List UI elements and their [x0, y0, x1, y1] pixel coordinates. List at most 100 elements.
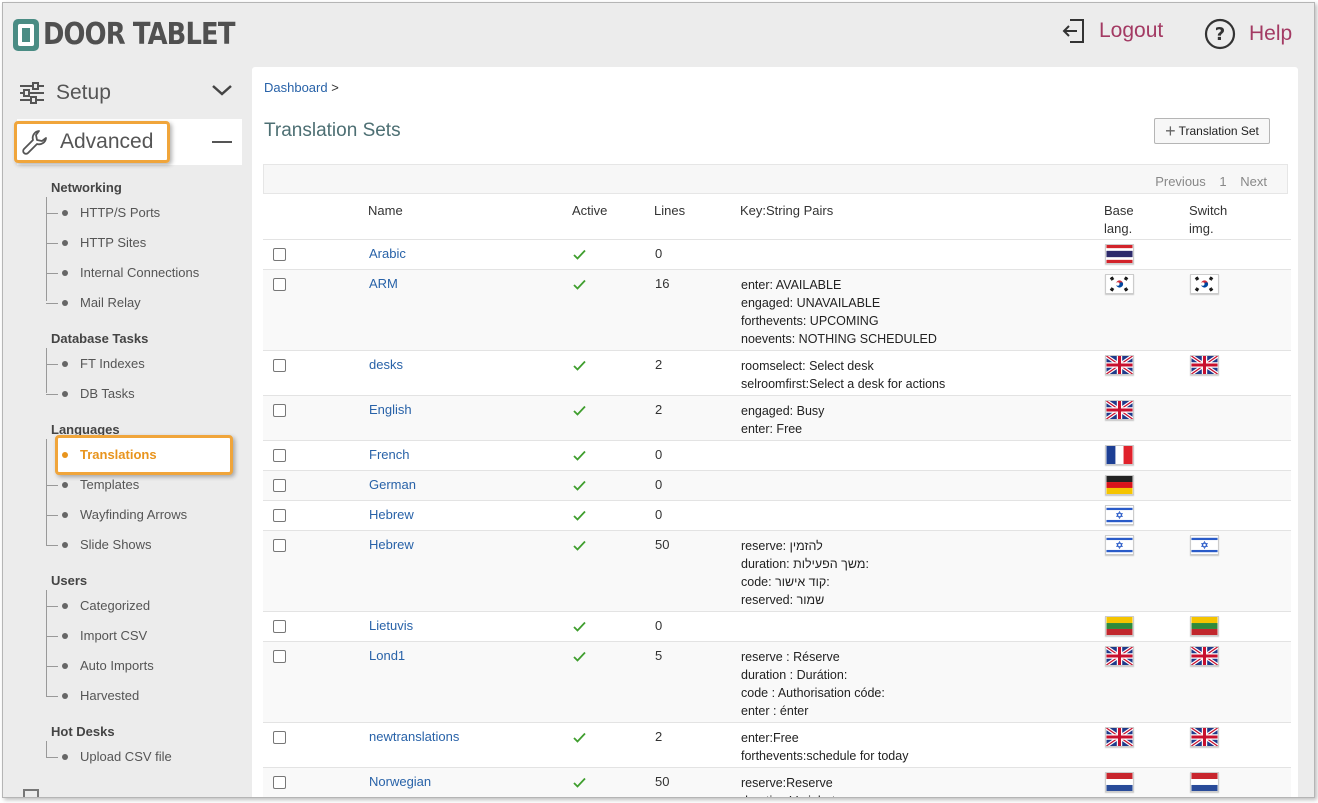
next-page-link[interactable]: Next	[1240, 174, 1267, 189]
subnav-http-ports[interactable]: HTTP/S Ports	[80, 205, 160, 220]
document-icon[interactable]	[23, 789, 39, 797]
subnav-categorized[interactable]: Categorized	[80, 598, 150, 613]
translation-name-link[interactable]: newtranslations	[369, 729, 459, 744]
door-icon	[13, 18, 39, 51]
translation-name-link[interactable]: Lietuvis	[369, 618, 413, 633]
line-count: 0	[655, 246, 663, 261]
translation-name-link[interactable]: ARM	[369, 276, 398, 291]
translation-name-link[interactable]: German	[369, 477, 416, 492]
line-count: 50	[655, 537, 670, 552]
key-string-pairs: reserve : Réserve duration : Durátion: cod…	[741, 648, 885, 720]
kv-pair: forthevents:schedule for today	[741, 749, 909, 763]
row-checkbox[interactable]	[273, 539, 286, 552]
column-header-kv[interactable]: Key:String Pairs	[740, 202, 833, 220]
switch-header-line-2: img.	[1189, 221, 1214, 236]
table-row: French 0	[263, 440, 1291, 470]
subnav-upload-csv-file[interactable]: Upload CSV file	[80, 749, 172, 764]
translation-name-link[interactable]: Hebrew	[369, 507, 414, 522]
row-checkbox[interactable]	[273, 359, 286, 372]
translation-name-link[interactable]: English	[369, 402, 412, 417]
translation-name-link[interactable]: Norwegian	[369, 774, 431, 789]
active-check-icon	[573, 651, 586, 662]
subnav-templates[interactable]: Templates	[80, 477, 139, 492]
chevron-down-icon[interactable]	[211, 83, 233, 97]
flag-uk-icon	[1190, 355, 1219, 375]
current-page[interactable]: 1	[1219, 174, 1226, 189]
kv-pair: roomselect: Select desk	[741, 359, 874, 373]
subnav-internal-connections[interactable]: Internal Connections	[80, 265, 199, 280]
active-check-icon	[573, 450, 586, 461]
kv-pair: code: קוד אישור:	[741, 575, 830, 589]
translation-name-link[interactable]: Hebrew	[369, 537, 414, 552]
flag-lithuania-icon	[1190, 616, 1219, 636]
kv-pair: engaged: Busy	[741, 404, 825, 418]
translation-name-link[interactable]: Arabic	[369, 246, 406, 261]
row-checkbox[interactable]	[273, 449, 286, 462]
nav-setup[interactable]: Setup	[19, 75, 241, 111]
subnav-db-tasks[interactable]: DB Tasks	[80, 386, 135, 401]
flag-germany-icon	[1105, 475, 1134, 495]
column-header-name[interactable]: Name	[368, 202, 403, 220]
base-lang-flag	[1105, 355, 1134, 375]
translation-name-link[interactable]: desks	[369, 357, 403, 372]
logout-button[interactable]: Logout	[1061, 17, 1163, 45]
switch-img-flag	[1190, 535, 1219, 555]
row-checkbox[interactable]	[273, 731, 286, 744]
row-checkbox[interactable]	[273, 509, 286, 522]
subnav-wayfinding-arrows[interactable]: Wayfinding Arrows	[80, 507, 187, 522]
column-header-lines[interactable]: Lines	[654, 202, 685, 220]
help-label: Help	[1249, 22, 1293, 45]
kv-pair: noevents: NOTHING SCHEDULED	[741, 332, 937, 346]
row-checkbox[interactable]	[273, 278, 286, 291]
sliders-icon	[20, 82, 44, 104]
collapse-icon[interactable]	[212, 141, 232, 143]
subnav-auto-imports[interactable]: Auto Imports	[80, 658, 154, 673]
add-translation-set-button[interactable]: + Translation Set	[1154, 118, 1270, 144]
active-check-icon	[573, 360, 586, 371]
switch-img-flag	[1190, 616, 1219, 636]
kv-pair: duration: משך הפעילות:	[741, 557, 869, 571]
active-check-icon	[573, 480, 586, 491]
active-check-icon	[573, 732, 586, 743]
column-header-base-lang[interactable]: Base lang.	[1104, 202, 1134, 238]
subnav-mail-relay[interactable]: Mail Relay	[80, 295, 141, 310]
logo[interactable]: DOOR TABLET	[13, 17, 266, 52]
column-header-active[interactable]: Active	[572, 202, 607, 220]
subnav-translations[interactable]: Translations	[80, 447, 157, 462]
base-lang-flag	[1105, 244, 1134, 264]
breadcrumb: Dashboard >	[264, 80, 339, 95]
kv-pair: reserve: להזמין	[741, 539, 823, 553]
subnav-http-sites[interactable]: HTTP Sites	[80, 235, 146, 250]
switch-img-flag	[1190, 274, 1219, 294]
line-count: 2	[655, 402, 663, 417]
row-checkbox[interactable]	[273, 776, 286, 789]
row-checkbox[interactable]	[273, 479, 286, 492]
row-checkbox[interactable]	[273, 248, 286, 261]
row-checkbox[interactable]	[273, 650, 286, 663]
column-header-switch-img[interactable]: Switch img.	[1189, 202, 1227, 238]
translation-name-link[interactable]: French	[369, 447, 409, 462]
previous-page-link[interactable]: Previous	[1155, 174, 1206, 189]
subnav-slide-shows[interactable]: Slide Shows	[80, 537, 152, 552]
table-row: Norwegian 50 reserve:Reserve duration:Var…	[263, 767, 1291, 797]
breadcrumb-dashboard-link[interactable]: Dashboard	[264, 80, 328, 95]
subnav-harvested[interactable]: Harvested	[80, 688, 139, 703]
setup-label: Setup	[56, 81, 111, 104]
table-row: German 0	[263, 470, 1291, 500]
translation-name-link[interactable]: Lond1	[369, 648, 405, 663]
group-hot-desks: Hot Desks	[51, 724, 115, 739]
row-checkbox[interactable]	[273, 404, 286, 417]
base-header-line-1: Base	[1104, 203, 1134, 218]
row-checkbox[interactable]	[273, 620, 286, 633]
subnav-ft-indexes[interactable]: FT Indexes	[80, 356, 145, 371]
line-count: 2	[655, 357, 663, 372]
line-count: 0	[655, 477, 663, 492]
help-button[interactable]: ? Help	[1203, 17, 1292, 51]
flag-uk-icon	[1105, 400, 1134, 420]
flag-lithuania-icon	[1105, 616, 1134, 636]
subnav-import-csv[interactable]: Import CSV	[80, 628, 147, 643]
nav-advanced[interactable]: Advanced	[14, 119, 242, 165]
flag-france-icon	[1105, 445, 1134, 465]
key-string-pairs: roomselect: Select desk selroomfirst:Sele…	[741, 357, 945, 393]
help-icon: ?	[1204, 18, 1236, 50]
